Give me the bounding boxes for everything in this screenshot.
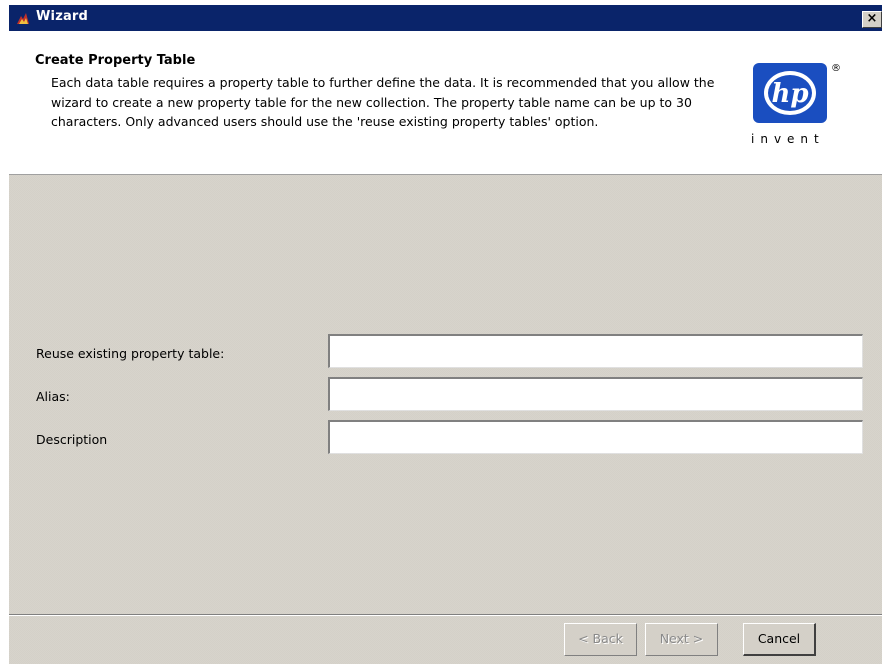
- hp-logo-invent-text: invent: [751, 132, 825, 146]
- window-title: Wizard: [36, 9, 89, 24]
- hp-logo: hp ® invent: [747, 59, 857, 159]
- alias-input[interactable]: [328, 377, 863, 411]
- reuse-table-input[interactable]: [328, 334, 863, 368]
- registered-mark: ®: [831, 63, 841, 74]
- hp-logo-glyph-icon: hp: [764, 71, 816, 115]
- alias-label: Alias:: [36, 389, 70, 404]
- hp-logo-mark: hp: [753, 63, 827, 123]
- page-description: Each data table requires a property tabl…: [51, 75, 715, 129]
- wizard-app-icon: [17, 13, 29, 24]
- header-panel: Create Property Table Each data table re…: [9, 31, 882, 175]
- footer-divider-highlight: [9, 615, 882, 616]
- reuse-table-label: Reuse existing property table:: [36, 346, 225, 361]
- hp-logo-mark-text: hp: [771, 79, 808, 109]
- cancel-button[interactable]: Cancel: [743, 623, 816, 656]
- description-label: Description: [36, 432, 108, 447]
- back-button[interactable]: < Back: [564, 623, 637, 656]
- title-bar[interactable]: Wizard ×: [9, 5, 882, 31]
- next-button[interactable]: Next >: [645, 623, 718, 656]
- wizard-window: Wizard × Create Property Table Each data…: [9, 5, 882, 664]
- page-title: Create Property Table: [35, 53, 196, 68]
- description-input[interactable]: [328, 420, 863, 454]
- close-button[interactable]: ×: [862, 11, 882, 28]
